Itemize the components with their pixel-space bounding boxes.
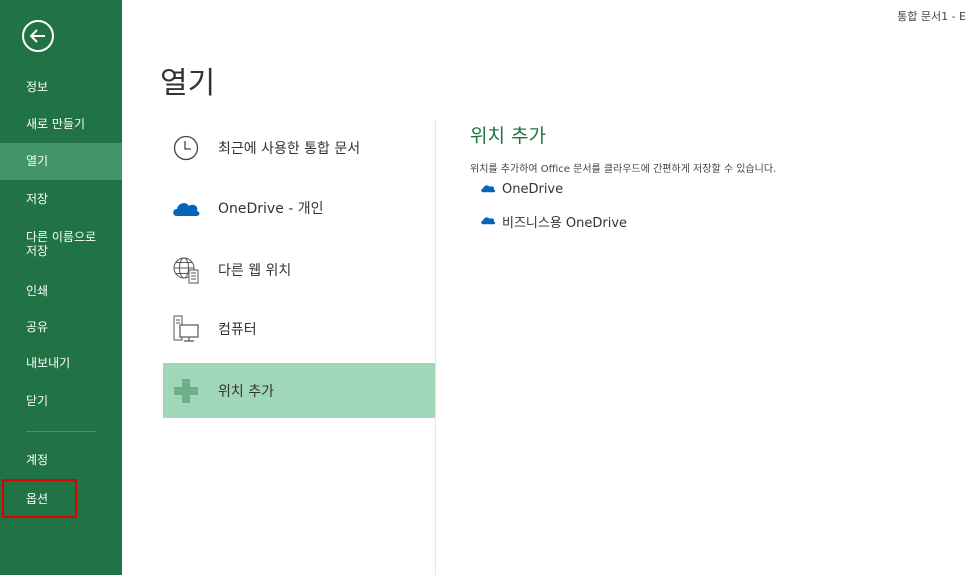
location-add-place[interactable]: 위치 추가 (163, 363, 435, 418)
nav-save[interactable]: 저장 (0, 192, 122, 206)
location-recent[interactable]: 최근에 사용한 통합 문서 (163, 120, 435, 175)
nav-close[interactable]: 닫기 (0, 394, 122, 408)
service-onedrive[interactable]: OneDrive (480, 182, 563, 197)
location-onedrive-personal[interactable]: OneDrive - 개인 (163, 180, 435, 235)
nav-separator (26, 431, 96, 432)
nav-open[interactable]: 열기 (0, 143, 122, 180)
location-label: OneDrive - 개인 (218, 200, 324, 217)
clock-icon (171, 133, 201, 163)
location-label: 다른 웹 위치 (218, 262, 292, 279)
back-arrow-icon[interactable] (22, 20, 54, 52)
onedrive-cloud-icon (480, 214, 502, 229)
nav-info[interactable]: 정보 (0, 80, 122, 94)
location-label: 최근에 사용한 통합 문서 (218, 140, 361, 157)
window-title: 통합 문서1 - E (897, 10, 966, 23)
backstage-sidebar: 정보 새로 만들기 열기 저장 다른 이름으로 저장 인쇄 공유 내보내기 닫기… (0, 0, 122, 575)
globe-web-icon (171, 255, 201, 285)
page-title: 열기 (160, 66, 216, 101)
nav-print[interactable]: 인쇄 (0, 284, 122, 298)
nav-new[interactable]: 새로 만들기 (0, 117, 122, 131)
onedrive-cloud-icon (480, 182, 502, 197)
computer-icon (171, 314, 201, 344)
service-onedrive-business[interactable]: 비즈니스용 OneDrive (480, 212, 627, 231)
location-other-web[interactable]: 다른 웹 위치 (163, 242, 435, 297)
service-label: 비즈니스용 OneDrive (502, 216, 628, 231)
plus-icon (171, 376, 201, 406)
nav-export[interactable]: 내보내기 (0, 356, 122, 370)
onedrive-cloud-icon (171, 193, 201, 223)
add-place-description: 위치를 추가하여 Office 문서를 클라우드에 간편하게 저장할 수 있습니… (470, 164, 777, 175)
add-place-title: 위치 추가 (470, 125, 546, 147)
location-label: 컴퓨터 (218, 321, 257, 338)
options-highlight-box (2, 479, 77, 518)
column-divider (435, 120, 436, 575)
location-label: 위치 추가 (218, 383, 274, 400)
nav-account[interactable]: 계정 (0, 453, 122, 467)
nav-share[interactable]: 공유 (0, 320, 122, 334)
location-computer[interactable]: 컴퓨터 (163, 301, 435, 356)
nav-save-as[interactable]: 다른 이름으로 저장 (0, 230, 122, 258)
service-label: OneDrive (502, 182, 564, 197)
